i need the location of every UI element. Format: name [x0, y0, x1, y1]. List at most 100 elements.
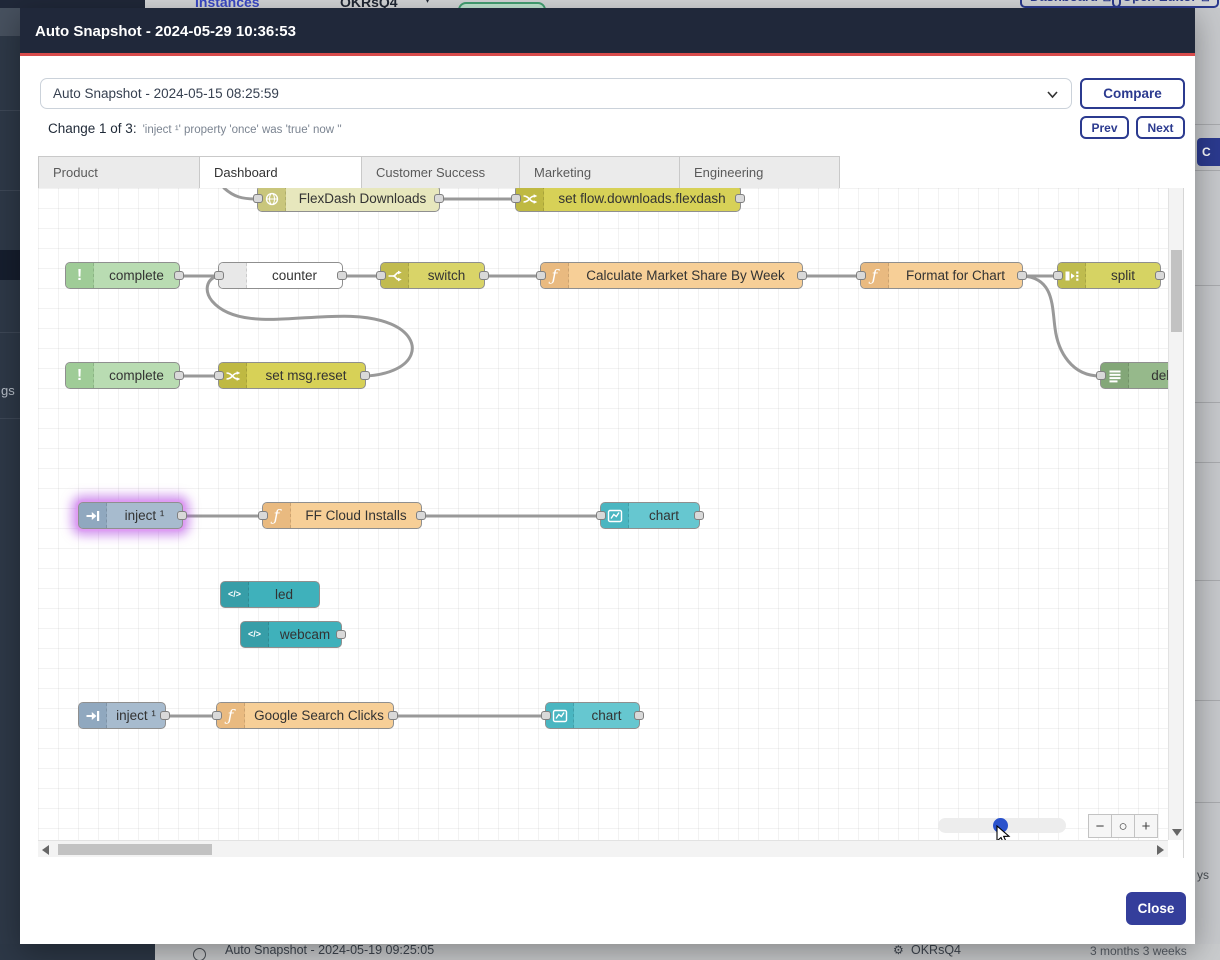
close-button[interactable]: Close [1126, 892, 1186, 925]
tab-marketing[interactable]: Marketing [520, 156, 680, 189]
node-port-in[interactable] [596, 511, 606, 520]
node-switch[interactable]: switch [380, 262, 485, 289]
snapshot-select[interactable]: Auto Snapshot - 2024-05-15 08:25:59 [40, 78, 1072, 109]
node-port-out[interactable] [735, 194, 745, 203]
compare-button[interactable]: Compare [1080, 78, 1185, 109]
prev-button[interactable]: Prev [1080, 116, 1129, 139]
node-webcam[interactable]: </>webcam [240, 621, 342, 648]
node-set-msg-reset[interactable]: set msg.reset [218, 362, 366, 389]
node-port-in[interactable] [536, 271, 546, 280]
node-label: switch [409, 263, 484, 288]
node-port-out[interactable] [336, 630, 346, 639]
node-port-out[interactable] [634, 711, 644, 720]
node-port-out[interactable] [360, 371, 370, 380]
node-inject-ff-cloud[interactable]: inject ¹ [78, 502, 183, 529]
node-port-in[interactable] [212, 711, 222, 720]
zoom-in-button[interactable]: + [1134, 814, 1158, 838]
zoom-reset-button[interactable]: ○ [1111, 814, 1135, 838]
exclamation-icon: ! [66, 363, 94, 388]
open-editor-button[interactable]: Open Editor ⧉ [1112, 0, 1219, 8]
node-port-in[interactable] [511, 194, 521, 203]
tab-product[interactable]: Product [38, 156, 200, 189]
inject-icon [79, 503, 107, 528]
screen: Instances OKRsQ4 ▾ Dashboard ⧉ Open Edit… [0, 0, 1220, 960]
sidebar-active-item[interactable] [0, 250, 20, 280]
node-port-out[interactable] [174, 371, 184, 380]
flow-wire[interactable] [1023, 276, 1100, 376]
node-port-in[interactable] [541, 711, 551, 720]
node-port-in[interactable] [1096, 371, 1106, 380]
tab-customer-success[interactable]: Customer Success [362, 156, 520, 189]
node-port-out[interactable] [388, 711, 398, 720]
horizontal-scrollbar[interactable] [38, 840, 1168, 857]
node-port-in[interactable] [214, 271, 224, 280]
background-sidebar: gs [0, 8, 20, 944]
node-port-out[interactable] [337, 271, 347, 280]
node-port-out[interactable] [797, 271, 807, 280]
sidebar-item-label-fragment[interactable]: gs [1, 383, 15, 398]
modal-header: Auto Snapshot - 2024-05-29 10:36:53 [20, 8, 1195, 56]
sidebar-block [0, 8, 20, 36]
node-chart-1[interactable]: chart [600, 502, 700, 529]
node-port-out[interactable] [160, 711, 170, 720]
node-label: Google Search Clicks [245, 703, 393, 728]
node-complete-1[interactable]: !complete [65, 262, 180, 289]
node-flexdash-downloads[interactable]: FlexDash Downloads [257, 188, 440, 212]
tab-engineering[interactable]: Engineering [680, 156, 840, 189]
next-button[interactable]: Next [1136, 116, 1185, 139]
node-label: counter [247, 263, 342, 288]
node-port-in[interactable] [214, 371, 224, 380]
node-port-out[interactable] [174, 271, 184, 280]
node-chart-2[interactable]: chart [545, 702, 640, 729]
node-port-in[interactable] [856, 271, 866, 280]
node-port-out[interactable] [479, 271, 489, 280]
flow-canvas[interactable]: FlexDash Downloads set flow.downloads.fle… [38, 188, 1168, 840]
node-inject-google[interactable]: inject ¹ [78, 702, 166, 729]
row-divider [1195, 580, 1220, 581]
zoom-out-button[interactable]: − [1088, 814, 1112, 838]
vertical-scrollbar-thumb[interactable] [1171, 250, 1182, 332]
node-set-flow-downloads-flexdash[interactable]: set flow.downloads.flexdash [515, 188, 741, 212]
node-split[interactable]: split [1057, 262, 1161, 289]
node-led[interactable]: </>led [220, 581, 320, 608]
node-label: set flow.downloads.flexdash [544, 188, 740, 211]
node-complete-2[interactable]: !complete [65, 362, 180, 389]
node-calculate-market-share-by-week[interactable]: ƒCalculate Market Share By Week [540, 262, 803, 289]
node-port-in[interactable] [258, 511, 268, 520]
node-port-out[interactable] [694, 511, 704, 520]
instances-link[interactable]: Instances [195, 0, 260, 8]
flow-viewer: FlexDash Downloads set flow.downloads.fle… [38, 188, 1184, 858]
node-port-out[interactable] [416, 511, 426, 520]
scroll-right-arrow[interactable] [1157, 845, 1164, 855]
sidebar-divider [0, 110, 20, 111]
node-google-search-clicks[interactable]: ƒGoogle Search Clicks [216, 702, 394, 729]
node-ff-cloud-installs[interactable]: ƒFF Cloud Installs [262, 502, 422, 529]
flow-wire[interactable] [207, 276, 412, 376]
node-port-in[interactable] [1053, 271, 1063, 280]
code-icon: </> [241, 622, 269, 647]
project-name[interactable]: OKRsQ4 [340, 0, 398, 8]
gear-icon: ⚙ [893, 944, 904, 957]
background-compare-button-fragment[interactable]: C [1197, 138, 1220, 166]
node-port-out[interactable] [177, 511, 187, 520]
node-format-for-chart[interactable]: ƒFormat for Chart [860, 262, 1023, 289]
vertical-scrollbar[interactable] [1168, 188, 1183, 840]
node-port-out[interactable] [1155, 271, 1165, 280]
node-debug[interactable]: debug [1100, 362, 1168, 389]
node-port-in[interactable] [253, 194, 263, 203]
node-port-out[interactable] [434, 194, 444, 203]
node-port-out[interactable] [1017, 271, 1027, 280]
node-label: complete [94, 263, 179, 288]
node-counter[interactable]: counter [218, 262, 343, 289]
node-label: FF Cloud Installs [291, 503, 421, 528]
background-bottom-row: Auto Snapshot - 2024-05-19 09:25:05 ⚙ OK… [0, 944, 1220, 960]
change-counter: Change 1 of 3:'inject ¹' property 'once'… [48, 121, 342, 136]
snapshot-select-value: Auto Snapshot - 2024-05-15 08:25:59 [53, 86, 279, 101]
dashboard-button[interactable]: Dashboard ⧉ [1020, 0, 1121, 8]
tab-dashboard[interactable]: Dashboard [200, 156, 362, 189]
horizontal-scrollbar-thumb[interactable] [58, 844, 212, 855]
scroll-down-arrow[interactable] [1172, 829, 1182, 836]
snapshot-compare-modal: Auto Snapshot - 2024-05-29 10:36:53 Auto… [20, 8, 1195, 944]
node-port-in[interactable] [376, 271, 386, 280]
scroll-left-arrow[interactable] [42, 845, 49, 855]
